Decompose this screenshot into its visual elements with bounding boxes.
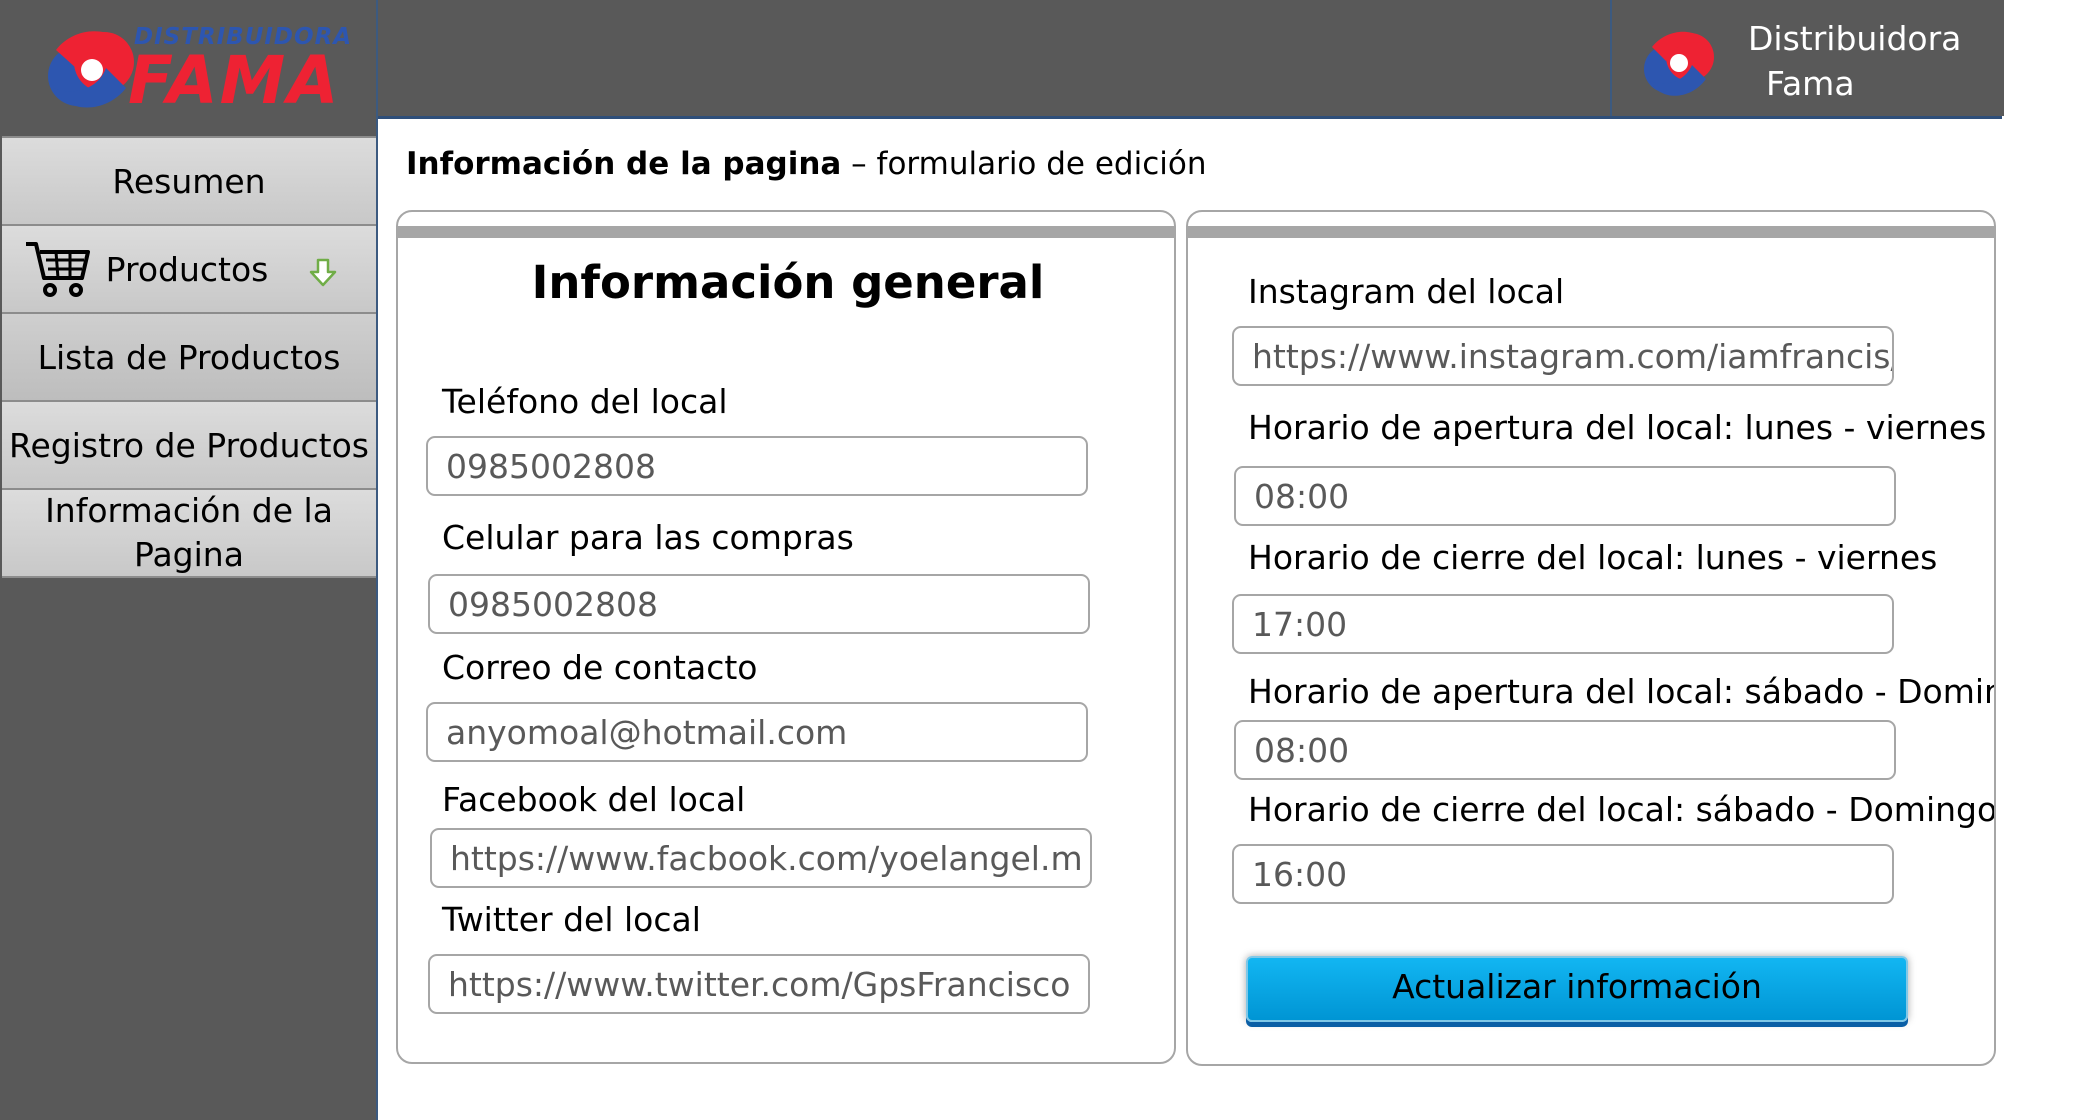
weekday-close-input[interactable]: 17:00 [1232, 594, 1894, 654]
twitter-label: Twitter del local [442, 900, 701, 939]
weekday-open-input[interactable]: 08:00 [1234, 466, 1896, 526]
sidebar-item-registro-productos[interactable]: Registro de Productos [2, 400, 376, 490]
social-schedule-card: Instagram del local https://www.instagra… [1186, 210, 1996, 1066]
weekday-open-label: Horario de apertura del local: lunes - v… [1248, 408, 1987, 447]
phone-label: Teléfono del local [442, 382, 728, 421]
weekend-close-input[interactable]: 16:00 [1232, 844, 1894, 904]
update-info-button[interactable]: Actualizar información [1246, 956, 1908, 1022]
sidebar-item-resumen[interactable]: Resumen [2, 136, 376, 226]
sidebar-item-label: Registro de Productos [9, 425, 369, 465]
sidebar-item-label: Lista de Productos [37, 337, 341, 377]
sidebar-item-informacion-pagina[interactable]: Información de la Pagina [2, 488, 376, 578]
logo: DISTRIBUIDORA FAMA [0, 0, 376, 136]
sidebar-item-label-line2: Pagina [134, 535, 244, 574]
instagram-label: Instagram del local [1248, 272, 1565, 311]
sidebar-item-label: Productos [105, 249, 269, 289]
card-title: Información general [531, 256, 1045, 309]
sidebar-item-lista-productos[interactable]: Lista de Productos [2, 312, 376, 402]
arrow-down-icon [309, 258, 337, 287]
mobile-label: Celular para las compras [442, 518, 854, 557]
email-input[interactable]: anyomoal@hotmail.com [426, 702, 1088, 762]
twitter-input[interactable]: https://www.twitter.com/GpsFrancisco [428, 954, 1090, 1014]
brand-name-line1: Distribuidora [1748, 19, 1962, 58]
card-header-bar [398, 226, 1174, 238]
general-info-card: Información general Teléfono del local 0… [396, 210, 1176, 1064]
top-bar-divider [378, 116, 2002, 119]
brand-logo-icon [1644, 31, 1714, 96]
sidebar-item-label-line1: Información de la [45, 491, 333, 530]
mobile-input[interactable]: 0985002808 [428, 574, 1090, 634]
facebook-input[interactable]: https://www.facbook.com/yoelangel.m [430, 828, 1092, 888]
weekend-open-label: Horario de apertura del local: sábado - … [1248, 672, 1996, 711]
email-label: Correo de contacto [442, 648, 758, 687]
instagram-input[interactable]: https://www.instagram.com/iamfrancis/ [1232, 326, 1894, 386]
weekend-close-label: Horario de cierre del local: sábado - Do… [1248, 790, 1996, 829]
brand-box: Distribuidora Fama [1610, 0, 2004, 116]
facebook-label: Facebook del local [442, 780, 746, 819]
weekend-open-input[interactable]: 08:00 [1234, 720, 1896, 780]
page-title-rest: – formulario de edición [841, 146, 1207, 182]
brand-name-line2: Fama [1766, 64, 1855, 103]
logo-title: FAMA [128, 42, 341, 119]
sidebar-item-productos[interactable]: Productos [2, 224, 376, 314]
card-header-bar [1188, 226, 1994, 238]
brand-name: Distribuidora Fama [1748, 16, 1998, 106]
sidebar: DISTRIBUIDORA FAMA Resumen Productos Lis… [0, 0, 378, 1120]
page-title-bold: Información de la pagina [406, 146, 842, 182]
phone-input[interactable]: 0985002808 [426, 436, 1088, 496]
weekday-close-label: Horario de cierre del local: lunes - vie… [1248, 538, 1938, 577]
cart-icon [26, 242, 90, 297]
logo-mark-icon [48, 31, 134, 108]
sidebar-item-label: Resumen [112, 161, 266, 201]
page-title: Información de la pagina – formulario de… [406, 146, 1207, 182]
